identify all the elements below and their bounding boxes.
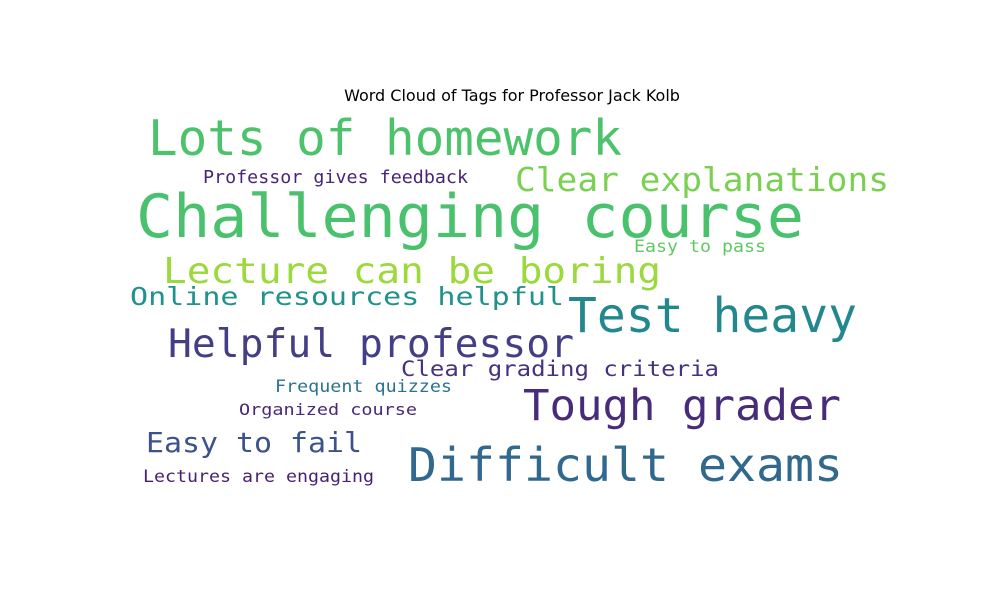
chart-title: Word Cloud of Tags for Professor Jack Ko… [344, 86, 680, 105]
word-cloud-chart: Word Cloud of Tags for Professor Jack Ko… [0, 0, 1000, 600]
word-lectures-are-engaging: Lectures are engaging [143, 467, 374, 487]
word-difficult-exams: Difficult exams [408, 438, 843, 492]
word-tough-grader: Tough grader [523, 381, 841, 431]
word-lots-of-homework: Lots of homework [148, 110, 622, 167]
word-test-heavy: Test heavy [568, 288, 857, 344]
word-online-resources-helpful: Online resources helpful [130, 282, 564, 311]
word-frequent-quizzes: Frequent quizzes [275, 377, 452, 397]
word-organized-course: Organized course [239, 400, 417, 419]
word-easy-to-fail: Easy to fail [146, 426, 362, 459]
